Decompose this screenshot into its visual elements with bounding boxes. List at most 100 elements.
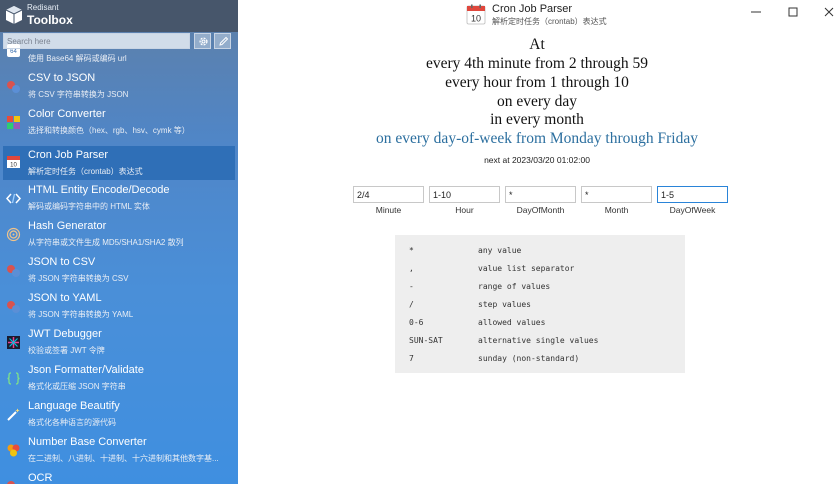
svg-text:10: 10 bbox=[10, 163, 17, 169]
tool-item-desc: 格式化或压缩 JSON 字符串 bbox=[28, 382, 126, 391]
number-base-icon bbox=[7, 444, 20, 457]
tool-item-name: JSON to YAML bbox=[28, 292, 102, 304]
minute-field: Minute bbox=[353, 186, 424, 215]
tool-item-name: HTML Entity Encode/Decode bbox=[28, 184, 170, 196]
legend-symbol: * bbox=[409, 246, 414, 255]
legend-row: / step values bbox=[395, 300, 685, 316]
tool-item-desc: 解析定时任务（crontab）表达式 bbox=[28, 167, 143, 176]
tool-item-desc: 解码或编码字符串中的 HTML 实体 bbox=[28, 202, 150, 211]
day-of-week-label: DayOfWeek bbox=[669, 205, 716, 215]
legend-meaning: alternative single values bbox=[478, 336, 599, 345]
description-line-hour: every hour from 1 through 10 bbox=[445, 74, 629, 91]
syntax-legend: * any value , value list separator - range … bbox=[395, 235, 685, 373]
hour-field: Hour bbox=[429, 186, 500, 215]
day-of-month-input[interactable] bbox=[505, 186, 576, 203]
next-run-time: next at 2023/03/20 01:02:00 bbox=[484, 155, 590, 165]
close-button[interactable] bbox=[822, 5, 836, 19]
legend-row: - range of values bbox=[395, 282, 685, 298]
window-title: Cron Job Parser bbox=[492, 3, 573, 15]
legend-row: * any value bbox=[395, 246, 685, 262]
tool-item-name: Cron Job Parser bbox=[28, 149, 109, 161]
tool-item-desc: 将 JSON 字符串转换为 CSV bbox=[28, 274, 129, 283]
day-of-week-input[interactable] bbox=[657, 186, 728, 203]
legend-meaning: range of values bbox=[478, 282, 551, 291]
description-line-day: on every day bbox=[496, 93, 578, 110]
legend-symbol: SUN-SAT bbox=[409, 336, 443, 345]
curly-braces-icon bbox=[7, 372, 20, 385]
edit-button[interactable] bbox=[214, 33, 231, 49]
minimize-button[interactable] bbox=[749, 5, 763, 19]
legend-meaning: value list separator bbox=[478, 264, 575, 273]
tool-item-desc: 选择和转换颜色（hex、rgb、hsv、cymk 等） bbox=[28, 126, 190, 135]
tool-item-ocr[interactable]: OCR bbox=[0, 469, 238, 484]
main-panel: At every 4th minute from 2 through 59 ev… bbox=[238, 30, 836, 484]
calendar-icon: 10 bbox=[7, 156, 20, 169]
tool-item-number-base-converter[interactable]: Number Base Converter 在二进制、八进制、十进制、十六进制和… bbox=[0, 433, 238, 469]
ocr-icon bbox=[7, 481, 15, 484]
toolbox-logo-icon bbox=[5, 6, 23, 24]
calendar-day: 10 bbox=[471, 14, 481, 24]
code-brackets-icon bbox=[6, 193, 21, 204]
tool-item-name: Hash Generator bbox=[28, 220, 107, 232]
tool-item-name: CSV to JSON bbox=[28, 72, 96, 84]
search-input[interactable] bbox=[3, 33, 190, 49]
legend-row: SUN-SAT alternative single values bbox=[395, 336, 685, 352]
month-field: Month bbox=[581, 186, 652, 215]
description-line-day-of-week: on every day-of-week from Monday through… bbox=[376, 130, 698, 147]
legend-row: 0-6 allowed values bbox=[395, 318, 685, 334]
tool-item-jwt-debugger[interactable]: JWT Debugger 校验或签署 JWT 令牌 bbox=[0, 325, 238, 361]
brand-name-small: Redisant bbox=[27, 3, 59, 12]
brand-name: Toolbox bbox=[27, 13, 73, 27]
hour-label: Hour bbox=[455, 205, 474, 215]
minute-input[interactable] bbox=[353, 186, 424, 203]
tool-item-html-entity[interactable]: HTML Entity Encode/Decode 解码或编码字符串中的 HTM… bbox=[0, 181, 238, 217]
search-bar bbox=[0, 32, 238, 52]
tool-item-language-beautify[interactable]: Language Beautify 格式化各种语言的源代码 bbox=[0, 397, 238, 433]
legend-symbol: , bbox=[409, 264, 414, 273]
legend-symbol: 0-6 bbox=[409, 318, 424, 327]
description-line-minute: every 4th minute from 2 through 59 bbox=[425, 55, 649, 72]
tool-item-desc: 使用 Base64 解码或编码 url bbox=[28, 54, 127, 63]
window-subtitle: 解析定时任务（crontab）表达式 bbox=[492, 17, 607, 26]
tool-item-csv-to-json[interactable]: CSV to JSON 将 CSV 字符串转换为 JSON bbox=[0, 69, 238, 105]
description-line-month: in every month bbox=[490, 111, 584, 128]
tool-item-name: OCR bbox=[28, 472, 53, 484]
legend-meaning: step values bbox=[478, 300, 531, 309]
day-of-month-field: DayOfMonth bbox=[505, 186, 576, 215]
tool-item-json-to-csv[interactable]: JSON to CSV 将 JSON 字符串转换为 CSV bbox=[0, 253, 238, 289]
calendar-app-icon: 10 bbox=[466, 4, 486, 25]
gear-icon bbox=[199, 37, 208, 46]
legend-meaning: sunday (non-standard) bbox=[478, 354, 580, 363]
magic-wand-icon bbox=[7, 408, 20, 421]
tool-item-color-converter[interactable]: Color Converter 选择和转换颜色（hex、rgb、hsv、cymk… bbox=[0, 105, 238, 141]
tool-item-desc: 格式化各种语言的源代码 bbox=[28, 418, 116, 427]
month-label: Month bbox=[604, 205, 629, 215]
tool-item-desc: 从字符串或文件生成 MD5/SHA1/SHA2 散列 bbox=[28, 238, 184, 247]
tool-item-desc: 在二进制、八进制、十进制、十六进制和其他数字基... bbox=[28, 454, 219, 463]
legend-row: , value list separator bbox=[395, 264, 685, 280]
jwt-icon bbox=[7, 336, 20, 349]
tool-item-name: Language Beautify bbox=[28, 400, 120, 412]
sidebar: Redisant Toolbox 64 使用 Base64 解码或编码 url … bbox=[0, 0, 238, 484]
tool-item-desc: 校验或签署 JWT 令牌 bbox=[28, 346, 105, 355]
tool-item-cron-job-parser[interactable]: 10 Cron Job Parser 解析定时任务（crontab）表达式 bbox=[3, 146, 235, 180]
tool-item-json-formatter[interactable]: Json Formatter/Validate 格式化或压缩 JSON 字符串 bbox=[0, 361, 238, 397]
month-input[interactable] bbox=[581, 186, 652, 203]
tool-item-name: JSON to CSV bbox=[28, 256, 96, 268]
csv-json-icon bbox=[7, 81, 20, 93]
maximize-button[interactable] bbox=[786, 5, 800, 19]
tool-item-json-to-yaml[interactable]: JSON to YAML 将 JSON 字符串转换为 YAML bbox=[0, 289, 238, 325]
legend-symbol: - bbox=[409, 282, 414, 291]
tool-item-name: Json Formatter/Validate bbox=[28, 364, 144, 376]
day-of-month-label: DayOfMonth bbox=[516, 205, 565, 215]
settings-button[interactable] bbox=[194, 33, 211, 49]
tool-item-hash-generator[interactable]: Hash Generator 从字符串或文件生成 MD5/SHA1/SHA2 散… bbox=[0, 217, 238, 253]
json-yaml-icon bbox=[7, 301, 20, 313]
hour-input[interactable] bbox=[429, 186, 500, 203]
tool-item-name: Color Converter bbox=[28, 108, 106, 120]
color-palette-icon bbox=[7, 116, 20, 129]
tool-item-desc: 将 JSON 字符串转换为 YAML bbox=[28, 310, 134, 319]
tool-item-name: Number Base Converter bbox=[28, 436, 147, 448]
tool-item-desc: 将 CSV 字符串转换为 JSON bbox=[28, 90, 129, 99]
fingerprint-icon bbox=[6, 227, 21, 242]
